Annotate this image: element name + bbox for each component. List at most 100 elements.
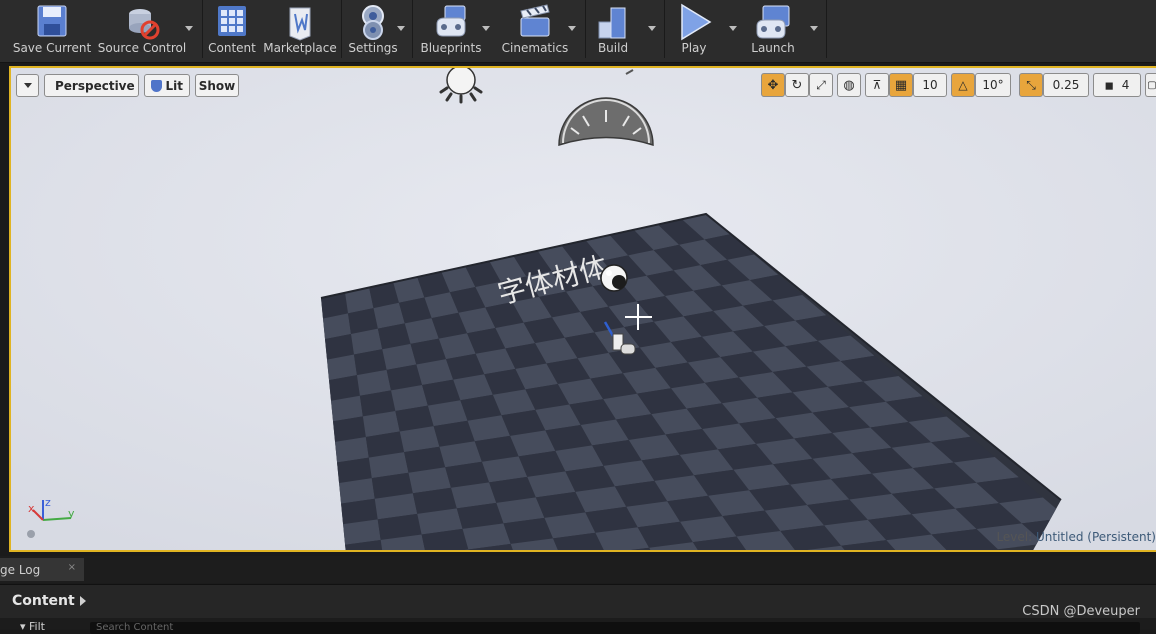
- save-current-button[interactable]: Save Current: [10, 0, 94, 58]
- move-arrows-icon: ✥: [767, 77, 779, 93]
- maximize-viewport-button[interactable]: ▢: [1145, 73, 1156, 97]
- scale-tool-button[interactable]: ⤢: [809, 73, 833, 97]
- content-browser-title: Content: [12, 593, 75, 609]
- toolbar-divider: [826, 0, 827, 58]
- perspective-label: Perspective: [55, 78, 135, 93]
- source-control-icon: [122, 2, 162, 42]
- level-name-label: Level: Untitled (Persistent): [996, 530, 1156, 544]
- source-control-dropdown-icon[interactable]: [185, 26, 193, 31]
- blueprints-icon: [431, 2, 471, 42]
- camera-speed-button[interactable]: ◼ 4: [1093, 73, 1141, 97]
- bottom-tab-bar: ge Log ×: [0, 556, 1156, 583]
- axis-x-label: x: [28, 502, 35, 515]
- reflection-capture-icon[interactable]: [600, 264, 628, 292]
- filter-icon: ▾: [20, 620, 26, 633]
- settings-label: Settings: [348, 41, 398, 55]
- maximize-icon: ▢: [1147, 79, 1156, 91]
- scale-snap-value-label: 0.25: [1052, 78, 1080, 92]
- grid-snap-toggle[interactable]: ▦: [889, 73, 913, 97]
- settings-button[interactable]: Settings: [345, 0, 401, 58]
- main-toolbar: Save Current Source Control Content Mark…: [0, 0, 1156, 63]
- cinematics-label: Cinematics: [501, 41, 569, 55]
- filters-button[interactable]: ▾ Filt: [20, 621, 45, 632]
- surface-snap-icon: ⊼: [872, 78, 882, 92]
- blueprints-dropdown-icon[interactable]: [482, 26, 490, 31]
- scale-snap-icon: ⤡: [1026, 77, 1036, 92]
- message-log-tab-label: ge Log: [0, 562, 41, 577]
- angle-icon: △: [958, 78, 968, 92]
- lit-button[interactable]: Lit: [144, 74, 190, 97]
- launch-dropdown-icon[interactable]: [810, 26, 818, 31]
- scale-icon: ⤢: [816, 77, 826, 92]
- play-icon: [674, 2, 714, 42]
- grid-snap-value[interactable]: 10: [913, 73, 947, 97]
- chevron-right-icon[interactable]: [80, 596, 86, 606]
- cinematics-icon: [515, 2, 555, 42]
- level-label-value: Untitled (Persistent): [1035, 530, 1156, 544]
- cinematics-dropdown-icon[interactable]: [568, 26, 576, 31]
- build-dropdown-icon[interactable]: [648, 26, 656, 31]
- grid-snap-value-label: 10: [922, 78, 938, 92]
- launch-button[interactable]: Launch: [744, 0, 802, 58]
- toolbar-divider: [585, 0, 586, 58]
- viewport-options-button[interactable]: [16, 74, 39, 97]
- content-button[interactable]: Content: [206, 0, 258, 58]
- surface-snap-button[interactable]: ⊼: [865, 73, 889, 97]
- source-control-button[interactable]: Source Control: [98, 0, 186, 58]
- toolbar-divider: [664, 0, 665, 58]
- search-placeholder: Search Content: [96, 622, 174, 633]
- level-viewport[interactable]: 字体材体 y z x Perspective Lit Show ✥ ↻ ⤢ ◍ …: [9, 66, 1156, 552]
- rotation-snap-toggle[interactable]: △: [951, 73, 975, 97]
- content-browser-header: Content CSDN @Deveuper: [0, 584, 1156, 619]
- marketplace-button[interactable]: Marketplace: [263, 0, 337, 58]
- camera-icon: ◼: [1104, 78, 1114, 92]
- show-button[interactable]: Show: [195, 74, 239, 97]
- source-control-label: Source Control: [97, 41, 187, 55]
- content-search-input[interactable]: Search Content: [90, 622, 1140, 634]
- close-icon[interactable]: ×: [68, 562, 76, 573]
- perspective-button[interactable]: Perspective: [44, 74, 139, 97]
- world-local-toggle-button[interactable]: ◍: [837, 73, 861, 97]
- blueprints-label: Blueprints: [420, 41, 482, 55]
- filters-label: Filt: [29, 620, 45, 633]
- play-dropdown-icon[interactable]: [729, 26, 737, 31]
- axis-y-label: y: [68, 507, 75, 520]
- toolbar-divider: [412, 0, 413, 58]
- rotation-snap-value[interactable]: 10°: [975, 73, 1011, 97]
- toolbar-divider: [341, 0, 342, 58]
- floor-tile: [751, 551, 812, 552]
- blueprints-button[interactable]: Blueprints: [416, 0, 486, 58]
- globe-icon: ◍: [843, 77, 855, 93]
- launch-label: Launch: [751, 41, 795, 55]
- lit-mode-icon: [151, 79, 162, 92]
- scale-snap-value[interactable]: 0.25: [1043, 73, 1089, 97]
- build-button[interactable]: Build: [589, 0, 637, 58]
- play-label: Play: [681, 41, 707, 55]
- message-log-tab[interactable]: ge Log ×: [0, 558, 84, 581]
- translate-tool-button[interactable]: ✥: [761, 73, 785, 97]
- content-icon: [212, 2, 252, 42]
- settings-icon: [353, 2, 393, 42]
- axis-z-label: z: [45, 496, 51, 509]
- toolbar-divider: [202, 0, 203, 58]
- content-filter-row: ▾ Filt Search Content: [0, 618, 1156, 634]
- build-icon: [593, 2, 633, 42]
- marketplace-icon: [280, 2, 320, 42]
- settings-dropdown-icon[interactable]: [397, 26, 405, 31]
- rotation-snap-value-label: 10°: [982, 78, 1004, 92]
- chevron-down-icon: [23, 83, 32, 88]
- lit-label: Lit: [165, 78, 184, 93]
- rotate-icon: ↻: [791, 77, 803, 93]
- camera-speed-label: 4: [1121, 78, 1130, 92]
- play-button[interactable]: Play: [668, 0, 720, 58]
- save-current-label: Save Current: [12, 41, 92, 55]
- show-label: Show: [198, 78, 236, 93]
- rotate-tool-button[interactable]: ↻: [785, 73, 809, 97]
- build-label: Build: [597, 41, 629, 55]
- level-label-prefix: Level:: [996, 530, 1033, 544]
- scale-snap-toggle[interactable]: ⤡: [1019, 73, 1043, 97]
- content-label: Content: [208, 41, 256, 55]
- viewport-scene[interactable]: 字体材体 y z x: [11, 68, 1156, 552]
- cinematics-button[interactable]: Cinematics: [498, 0, 572, 58]
- watermark-text: CSDN @Deveuper: [1022, 604, 1140, 619]
